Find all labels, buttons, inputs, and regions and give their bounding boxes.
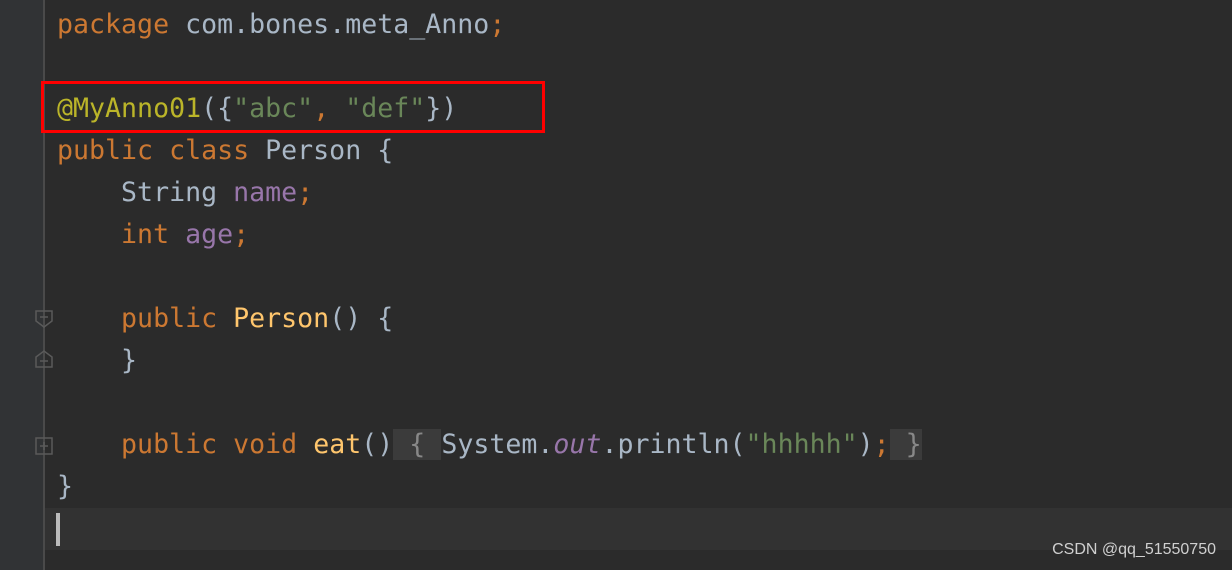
code-line[interactable] xyxy=(57,382,922,424)
code-line[interactable]: String name; xyxy=(57,172,922,214)
code-line[interactable]: public void eat() { System.out.println("… xyxy=(57,424,922,466)
code-token: public class xyxy=(57,135,266,166)
code-line[interactable]: } xyxy=(57,466,922,508)
code-token: "hhhhh" xyxy=(745,429,858,460)
code-token: () { xyxy=(329,303,394,334)
code-token: ; xyxy=(233,219,250,250)
code-token: name xyxy=(233,177,298,208)
folded-code-placeholder[interactable]: } xyxy=(889,429,922,460)
code-token: int xyxy=(57,219,186,250)
code-token: com.bones.meta_Anno xyxy=(185,9,490,40)
code-token: ) xyxy=(857,429,874,460)
code-token: String xyxy=(57,177,234,208)
code-token: } xyxy=(57,471,74,502)
folded-code-placeholder[interactable]: { xyxy=(393,429,442,460)
code-token: eat xyxy=(313,429,362,460)
code-line[interactable]: package com.bones.meta_Anno; xyxy=(57,4,922,46)
code-token: } xyxy=(57,345,138,376)
code-line[interactable]: int age; xyxy=(57,214,922,256)
annotation-highlight-box xyxy=(41,81,545,133)
code-token: Person xyxy=(233,303,330,334)
editor-gutter xyxy=(0,0,44,570)
code-token: ; xyxy=(297,177,314,208)
code-token: age xyxy=(185,219,234,250)
fold-end-icon[interactable] xyxy=(35,350,53,368)
code-line[interactable]: } xyxy=(57,340,922,382)
code-token: Person { xyxy=(265,135,394,166)
code-token: System. xyxy=(441,429,554,460)
code-token: ; xyxy=(873,429,890,460)
code-token: public xyxy=(57,303,234,334)
code-token: out xyxy=(553,429,602,460)
code-line[interactable]: public Person() { xyxy=(57,298,922,340)
fold-expand-icon[interactable] xyxy=(35,437,53,455)
code-token: .println( xyxy=(601,429,746,460)
code-token: package xyxy=(57,9,186,40)
code-token: ; xyxy=(489,9,506,40)
code-line[interactable]: public class Person { xyxy=(57,130,922,172)
watermark: CSDN @qq_51550750 xyxy=(1052,541,1216,558)
code-token: public void xyxy=(57,429,314,460)
fold-collapse-icon[interactable] xyxy=(35,310,53,328)
code-line[interactable] xyxy=(57,508,922,550)
code-token: () xyxy=(361,429,394,460)
code-line[interactable] xyxy=(57,256,922,298)
